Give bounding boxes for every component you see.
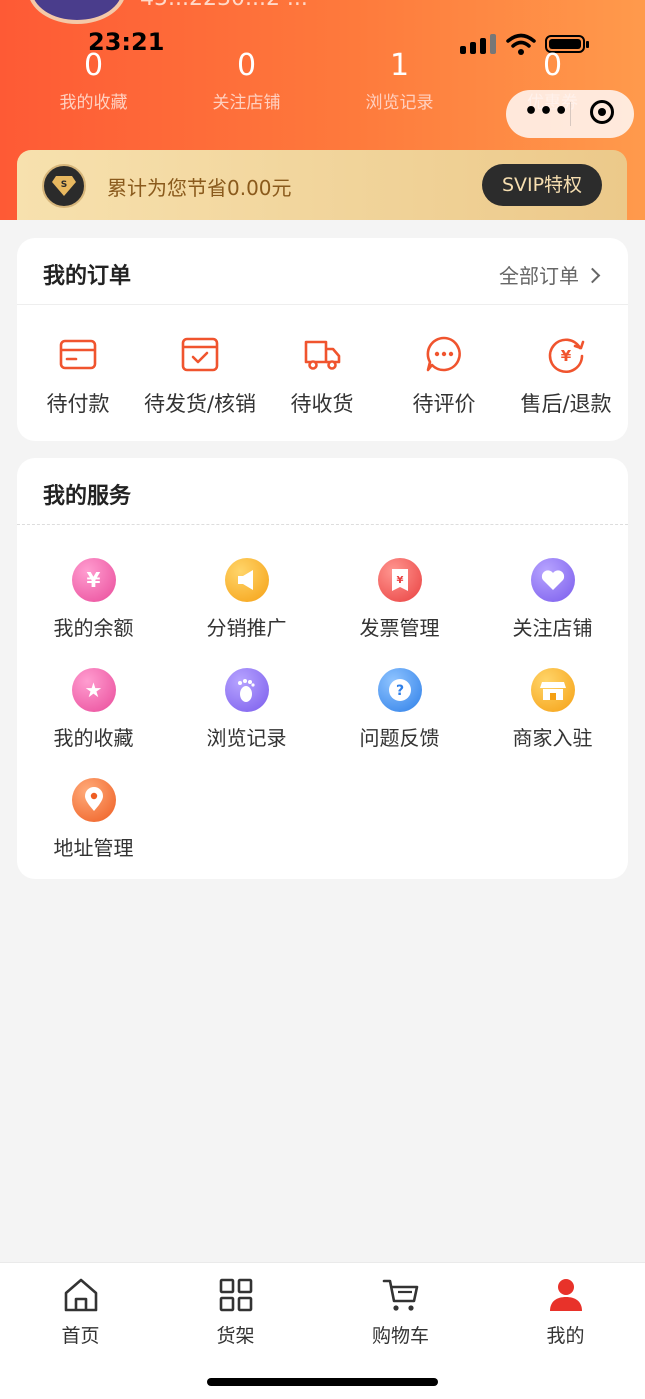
order-pending-shipment[interactable]: 待发货/核销 (139, 334, 261, 418)
footprint-icon (224, 668, 269, 712)
location-icon (71, 778, 116, 822)
orders-card: 我的订单 全部订单 待付款 待发货/核销 待收货 待评价 ¥ 售后/退款 (17, 238, 628, 441)
svip-banner: S 累计为您节省0.00元 SVIP特权 (17, 150, 627, 220)
refund-icon: ¥ (548, 338, 585, 373)
dashed-divider (17, 524, 628, 525)
service-balance[interactable]: ¥ 我的余额 (17, 558, 170, 641)
order-after-sales[interactable]: ¥ 售后/退款 (505, 334, 627, 418)
money-bag-icon: ¥ (71, 558, 116, 602)
chevron-right-icon (584, 267, 601, 284)
tab-label: 我的 (546, 1325, 585, 1347)
stat-label: 关注店铺 (212, 93, 281, 113)
order-label: 售后/退款 (520, 392, 612, 416)
services-title: 我的服务 (43, 484, 132, 509)
savings-text: 累计为您节省0.00元 (107, 176, 292, 200)
svip-button[interactable]: SVIP特权 (482, 164, 602, 206)
cart-icon (382, 1279, 418, 1311)
service-label: 浏览记录 (206, 726, 287, 750)
tab-label: 首页 (61, 1325, 100, 1347)
service-favorites[interactable]: ★ 我的收藏 (17, 668, 170, 751)
box-check-icon (181, 337, 219, 372)
tab-label: 购物车 (371, 1325, 429, 1347)
svg-text:¥: ¥ (396, 575, 403, 586)
services-card: 我的服务 ¥ 我的余额 分销推广 ¥ 发票管理 关注店铺 ★ 我的收藏 浏览记录… (17, 458, 628, 879)
stat-label: 浏览记录 (365, 93, 434, 113)
all-orders-link[interactable]: 全部订单 (499, 260, 601, 289)
grid-icon (219, 1278, 252, 1312)
card-icon (59, 339, 97, 370)
home-indicator (207, 1378, 438, 1386)
target-icon[interactable] (590, 100, 614, 124)
stat-history[interactable]: 1 浏览记录 (323, 48, 476, 113)
user-name[interactable]: 45...2230...2 ... (140, 0, 308, 11)
order-pending-receipt[interactable]: 待收货 (261, 334, 383, 418)
service-followed-shops[interactable]: 关注店铺 (476, 558, 629, 641)
heart-icon (530, 558, 575, 602)
service-merchant-join[interactable]: 商家入驻 (476, 668, 629, 751)
orders-title: 我的订单 (43, 264, 132, 289)
all-orders-label: 全部订单 (499, 264, 579, 288)
megaphone-icon (224, 558, 269, 602)
service-feedback[interactable]: ? 问题反馈 (323, 668, 476, 751)
service-distribution[interactable]: 分销推广 (170, 558, 323, 641)
service-label: 我的收藏 (53, 726, 134, 750)
order-pending-payment[interactable]: 待付款 (17, 334, 139, 418)
stat-value: 0 (542, 48, 563, 83)
tab-label: 货架 (216, 1325, 255, 1347)
home-icon (64, 1278, 97, 1312)
tab-mine[interactable]: 我的 (485, 1275, 645, 1348)
service-label: 发票管理 (359, 616, 440, 640)
order-label: 待付款 (46, 392, 110, 416)
order-label: 待发货/核销 (143, 392, 257, 416)
user-icon (549, 1279, 582, 1311)
tab-home[interactable]: 首页 (0, 1275, 161, 1348)
truck-icon (304, 340, 341, 370)
service-label: 商家入驻 (512, 726, 593, 750)
more-dots-icon[interactable]: ••• (524, 101, 569, 123)
service-history[interactable]: 浏览记录 (170, 668, 323, 751)
stat-label: 我的收藏 (59, 93, 128, 113)
tab-shelf[interactable]: 货架 (155, 1275, 316, 1348)
chat-icon (426, 336, 461, 372)
order-label: 待收货 (290, 392, 354, 416)
stat-followed-shops[interactable]: 0 关注店铺 (170, 48, 323, 113)
service-address[interactable]: 地址管理 (17, 778, 170, 861)
stat-favorites[interactable]: 0 我的收藏 (17, 48, 170, 113)
shop-icon (530, 668, 575, 712)
order-label: 待评价 (412, 392, 476, 416)
service-label: 地址管理 (53, 836, 134, 860)
miniprogram-capsule: ••• (506, 90, 634, 138)
stat-value: 0 (83, 48, 104, 83)
service-label: 问题反馈 (359, 726, 440, 750)
capsule-divider (570, 102, 571, 126)
service-label: 我的余额 (53, 616, 134, 640)
svg-text:S: S (61, 180, 67, 190)
service-label: 分销推广 (206, 616, 287, 640)
invoice-icon: ¥ (377, 558, 422, 602)
star-icon: ★ (71, 668, 116, 712)
diamond-icon: S (42, 164, 86, 208)
stat-value: 1 (389, 48, 410, 83)
tab-cart[interactable]: 购物车 (320, 1275, 481, 1348)
svg-text:?: ? (395, 683, 403, 699)
order-pending-review[interactable]: 待评价 (383, 334, 505, 418)
question-icon: ? (377, 668, 422, 712)
service-invoice[interactable]: ¥ 发票管理 (323, 558, 476, 641)
stat-value: 0 (236, 48, 257, 83)
divider (17, 304, 628, 305)
svg-text:¥: ¥ (561, 347, 572, 365)
service-label: 关注店铺 (512, 616, 593, 640)
